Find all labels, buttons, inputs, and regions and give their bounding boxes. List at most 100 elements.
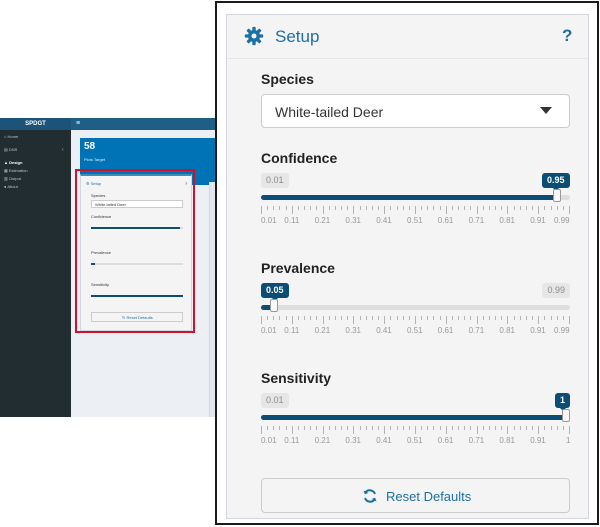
slider-track[interactable]	[261, 305, 570, 310]
minor-tick	[489, 206, 490, 210]
minor-tick	[470, 206, 471, 210]
slider-track[interactable]	[261, 195, 570, 200]
minor-tick	[397, 316, 398, 320]
slider-min-label: 0.01	[261, 393, 289, 408]
thumb-sidebar-label: DNS	[8, 147, 18, 152]
minor-tick	[557, 426, 558, 430]
slider-min-label: 0.01	[261, 173, 289, 188]
minor-tick	[470, 316, 471, 320]
minor-tick	[286, 206, 287, 210]
minor-tick	[483, 206, 484, 210]
minor-tick	[341, 316, 342, 320]
slider-tick-label: 0.41	[376, 326, 392, 335]
slider-handle[interactable]	[270, 299, 278, 312]
major-tick	[569, 426, 570, 434]
species-select[interactable]: White-tailed Deer	[261, 94, 570, 128]
thumb-sidebar-item-dns[interactable]: ▤ DNS	[4, 147, 17, 152]
prevalence-slider[interactable]: 0.99 0.05 0.01 0.11 0.21 0.31 0.41 0.51 0.61 0.71…	[261, 283, 570, 363]
minor-tick	[279, 316, 280, 320]
minor-tick	[298, 316, 299, 320]
slider-track[interactable]	[261, 415, 570, 420]
minor-tick	[304, 316, 305, 320]
minor-tick	[273, 316, 274, 320]
minor-tick	[335, 426, 336, 430]
thumb-sidebar-item-output[interactable]: ▥ Output	[4, 176, 21, 181]
minor-tick	[267, 426, 268, 430]
major-tick	[446, 206, 447, 214]
confidence-slider[interactable]: 0.01 0.95 0.01 0.11 0.21 0.31 0.41 0.51 0.61 0.71…	[261, 173, 570, 253]
minor-tick	[532, 316, 533, 320]
minor-tick	[279, 206, 280, 210]
minor-tick	[316, 316, 317, 320]
minor-tick	[427, 426, 428, 430]
thumb-brand: SPDGT	[0, 118, 71, 130]
major-tick	[538, 426, 539, 434]
thumb-sidebar-item-estimation[interactable]: ▦ Estimation	[4, 168, 28, 173]
minor-tick	[316, 426, 317, 430]
minor-tick	[390, 316, 391, 320]
thumb-sidebar-item-about[interactable]: ● About	[4, 184, 18, 189]
slider-value-label: 0.95	[542, 173, 570, 191]
thumb-sidebar-label: Estimation	[8, 168, 28, 173]
minor-tick	[378, 316, 379, 320]
thumb-sidebar-item-design[interactable]: ▲ Design	[4, 160, 22, 165]
major-tick	[261, 206, 262, 214]
minor-tick	[501, 316, 502, 320]
minor-tick	[458, 426, 459, 430]
minor-tick	[341, 206, 342, 210]
minor-tick	[360, 206, 361, 210]
slider-tick-label: 0.11	[284, 216, 300, 225]
minor-tick	[427, 316, 428, 320]
slider-max-label: 0.99	[542, 283, 570, 298]
slider-tick-label: 0.91	[530, 326, 546, 335]
prevalence-label: Prevalence	[261, 260, 335, 276]
major-tick	[507, 206, 508, 214]
slider-tick-label: 0.61	[437, 216, 454, 225]
minor-tick	[433, 206, 434, 210]
major-tick	[415, 426, 416, 434]
minor-tick	[470, 426, 471, 430]
slider-fill	[261, 415, 570, 420]
minor-tick	[335, 206, 336, 210]
slider-tick-label: 1	[566, 436, 571, 445]
reset-defaults-button[interactable]: Reset Defaults	[261, 478, 570, 513]
minor-tick	[267, 316, 268, 320]
value-box-subtitle: Plots Target	[84, 157, 106, 162]
minor-tick	[298, 206, 299, 210]
setup-title: Setup	[275, 27, 320, 46]
help-icon[interactable]: ?	[562, 26, 572, 46]
minor-tick	[304, 426, 305, 430]
slider-tick-label: 0.21	[314, 216, 331, 225]
highlight-box	[75, 169, 195, 333]
species-label: Species	[261, 71, 314, 87]
minor-tick	[347, 206, 348, 210]
thumb-sidebar-item-home[interactable]: ⌂ Home	[4, 134, 18, 139]
minor-tick	[458, 316, 459, 320]
minor-tick	[495, 426, 496, 430]
minor-tick	[329, 316, 330, 320]
minor-tick	[298, 426, 299, 430]
minor-tick	[310, 206, 311, 210]
major-tick	[569, 316, 570, 324]
minor-tick	[273, 206, 274, 210]
minor-tick	[421, 316, 422, 320]
slider-handle[interactable]	[562, 409, 570, 422]
hamburger-icon[interactable]: ≡	[76, 118, 80, 129]
minor-tick	[452, 206, 453, 210]
major-tick	[261, 316, 262, 324]
minor-tick	[310, 316, 311, 320]
minor-tick	[341, 426, 342, 430]
sensitivity-slider[interactable]: 0.01 1 0.01 0.11 0.21 0.31 0.41 0.51 0.61 0.71 0.8…	[261, 393, 570, 473]
slider-tick-label: 0.91	[530, 436, 546, 445]
chevron-left-icon: ‹	[62, 147, 64, 153]
minor-tick	[544, 426, 545, 430]
slider-tick-label: 0.51	[407, 326, 423, 335]
minor-tick	[378, 206, 379, 210]
major-tick	[292, 206, 293, 214]
minor-tick	[360, 426, 361, 430]
slider-handle[interactable]	[553, 189, 561, 202]
slider-tick-label: 0.21	[314, 436, 331, 445]
major-tick	[353, 426, 354, 434]
minor-tick	[520, 316, 521, 320]
thumb-sidebar-label: About	[7, 184, 18, 189]
